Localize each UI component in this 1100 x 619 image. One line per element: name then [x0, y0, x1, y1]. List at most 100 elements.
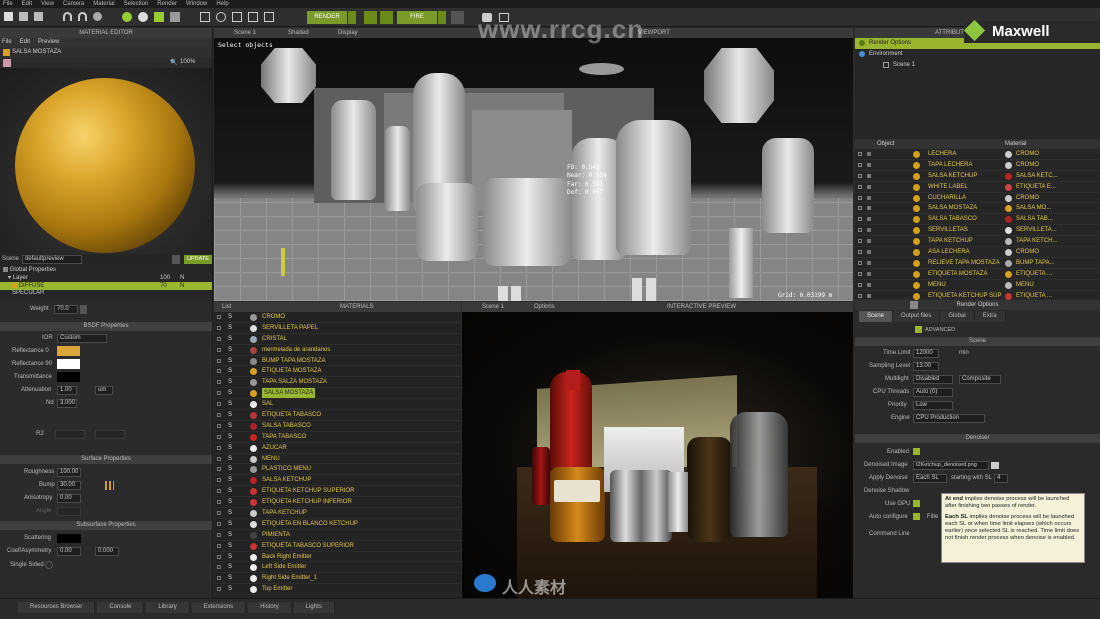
object-material[interactable]: CROMO — [1016, 193, 1039, 203]
tabasco-bottle[interactable] — [385, 126, 410, 211]
materials-view-select[interactable]: List — [222, 302, 231, 312]
material-visibility-icon[interactable] — [217, 521, 221, 526]
object-row[interactable]: TAPA KETCHUP TAPA KETCH... — [855, 236, 1100, 248]
multilight-select[interactable]: Disabled — [913, 375, 953, 384]
material-name[interactable]: Left Side Emitter — [262, 562, 306, 572]
menu-material[interactable]: Material — [93, 0, 114, 8]
environment-item[interactable]: Environment — [855, 49, 1100, 60]
material-column-header[interactable]: Material — [1005, 139, 1026, 149]
salt-cube-1[interactable] — [498, 286, 508, 301]
object-row[interactable]: LECHERA CROMO — [855, 149, 1100, 160]
nd-field[interactable]: 3.000 — [57, 399, 77, 408]
material-row[interactable]: S SALSA KETCHUP — [214, 475, 461, 487]
material-visibility-icon[interactable] — [217, 402, 221, 407]
bsdf-section-header[interactable]: BSDF Properties — [0, 322, 212, 331]
material-row[interactable]: S TAPA SALZA MOSTAZA — [214, 377, 461, 389]
material-visibility-icon[interactable] — [217, 576, 221, 581]
material-visibility-icon[interactable] — [217, 325, 221, 330]
rotate-icon[interactable] — [216, 12, 226, 22]
material-row[interactable]: S Back Right Emitter — [214, 552, 461, 563]
visibility-icon[interactable] — [858, 293, 862, 298]
material-row[interactable]: S ETIQUETA TABASCO — [214, 410, 461, 421]
material-visibility-icon[interactable] — [217, 489, 221, 494]
material-row[interactable]: S Left Side Emitter — [214, 562, 461, 574]
lock-icon[interactable] — [867, 250, 871, 255]
object-row[interactable]: SERVILLETAS SERVILLETA... — [855, 225, 1100, 237]
menu-selection[interactable]: Selection — [124, 0, 149, 8]
material-name[interactable]: CROMO — [262, 312, 285, 322]
asymmetry-field[interactable]: 0.000 — [95, 547, 119, 556]
use-gpu-checkbox[interactable] — [913, 500, 920, 507]
subsurface-section-header[interactable]: Subsurface Properties — [0, 521, 212, 530]
object-material[interactable]: SERVILLETA... — [1016, 225, 1057, 235]
material-visibility-icon[interactable] — [217, 456, 221, 461]
tab-output-files[interactable]: Output files — [893, 311, 941, 322]
fire-dropdown[interactable] — [438, 11, 446, 24]
auto-configure-checkbox[interactable] — [913, 513, 920, 520]
material-name[interactable]: Back Right Emitter — [262, 552, 312, 562]
pepper-shaker[interactable] — [762, 138, 814, 233]
material-name[interactable]: Right Side Emitter_1 — [262, 573, 317, 583]
menu-help[interactable]: Help — [216, 0, 228, 8]
object-row[interactable]: ASA LECHERA CROMO — [855, 247, 1100, 258]
viewport-camera-select[interactable]: Scene 1 — [234, 28, 256, 38]
material-row[interactable]: S TAPA KETCHUP — [214, 508, 461, 519]
visibility-icon[interactable] — [858, 250, 862, 255]
material-name[interactable]: SAL — [262, 399, 273, 409]
material-row[interactable]: S PIMIENTA — [214, 530, 461, 541]
material-row[interactable]: S TAPA TABASCO — [214, 432, 461, 443]
tree-global[interactable]: Global Properties — [0, 266, 212, 274]
material-visibility-icon[interactable] — [217, 380, 221, 385]
material-name[interactable]: SALSA MOSTAZA — [262, 388, 316, 399]
lock-icon[interactable] — [867, 206, 871, 211]
material-row[interactable]: S CROMO — [214, 312, 461, 323]
settings-icon[interactable] — [93, 12, 102, 21]
tree-diffuse[interactable]: DIFFUSE 70 N — [0, 282, 212, 290]
menu-camera[interactable]: Camera — [63, 0, 84, 8]
lock-icon[interactable] — [867, 217, 871, 222]
visibility-icon[interactable] — [858, 260, 862, 265]
material-name[interactable]: CRISTAL — [262, 334, 287, 344]
material-visibility-icon[interactable] — [217, 445, 221, 450]
bottom-tab-lights[interactable]: Lights — [293, 602, 335, 613]
render-region-icon[interactable] — [364, 11, 377, 24]
menu-edit[interactable]: Edit — [22, 0, 32, 8]
move-icon[interactable] — [200, 12, 210, 22]
lock-icon[interactable] — [867, 173, 871, 178]
visibility-icon[interactable] — [858, 152, 862, 156]
material-name[interactable]: ETIQUETA MOSTAZA — [262, 366, 321, 376]
browse-folder-icon[interactable] — [991, 462, 999, 469]
material-name[interactable]: SALSA MOSTAZA — [12, 48, 61, 57]
material-name[interactable]: ETIQUETA KETCHUP SUPERIOR — [262, 486, 354, 496]
material-visibility-icon[interactable] — [217, 336, 221, 341]
lock-icon[interactable] — [867, 152, 871, 156]
weight-map-button[interactable] — [80, 305, 87, 314]
preview-render[interactable]: 人人素材 — [462, 312, 853, 598]
me-menu-edit[interactable]: Edit — [20, 38, 30, 47]
attenuation-field[interactable]: 1.00 — [57, 386, 77, 395]
material-row[interactable]: S ETIQUETA TABASCO SUPERIOR — [214, 541, 461, 552]
r2-field[interactable] — [55, 430, 85, 439]
material-visibility-icon[interactable] — [217, 391, 221, 396]
visibility-icon[interactable] — [858, 228, 862, 233]
emitter-object-left[interactable] — [261, 48, 316, 103]
material-visibility-icon[interactable] — [217, 511, 221, 516]
material-name[interactable]: ETIQUETA KETCHUP INFERIOR — [262, 497, 352, 507]
priority-select[interactable]: Low — [913, 401, 953, 410]
salt-cube-2[interactable] — [511, 286, 521, 301]
visibility-icon[interactable] — [858, 173, 862, 178]
apply-denoise-select[interactable]: Each SL — [913, 474, 947, 483]
object-name[interactable]: SALSA TABASCO — [928, 214, 977, 224]
tab-extra[interactable]: Extra — [974, 311, 1006, 322]
visibility-icon[interactable] — [858, 195, 862, 200]
material-name[interactable]: MENU — [262, 454, 280, 464]
scene1-item[interactable]: Scene 1 — [855, 60, 1100, 71]
cpu-threads-field[interactable]: Auto (0) — [913, 388, 953, 397]
material-row[interactable]: S ETIQUETA KETCHUP INFERIOR — [214, 497, 461, 509]
advanced-checkbox[interactable] — [915, 326, 922, 333]
bump-field[interactable]: 30.00 — [57, 481, 81, 490]
material-row[interactable]: S MENU — [214, 454, 461, 465]
object-row[interactable]: MENU MENU — [855, 280, 1100, 291]
material-name[interactable]: TAPA SALZA MOSTAZA — [262, 377, 327, 387]
starting-sl-field[interactable]: 4 — [994, 474, 1008, 483]
